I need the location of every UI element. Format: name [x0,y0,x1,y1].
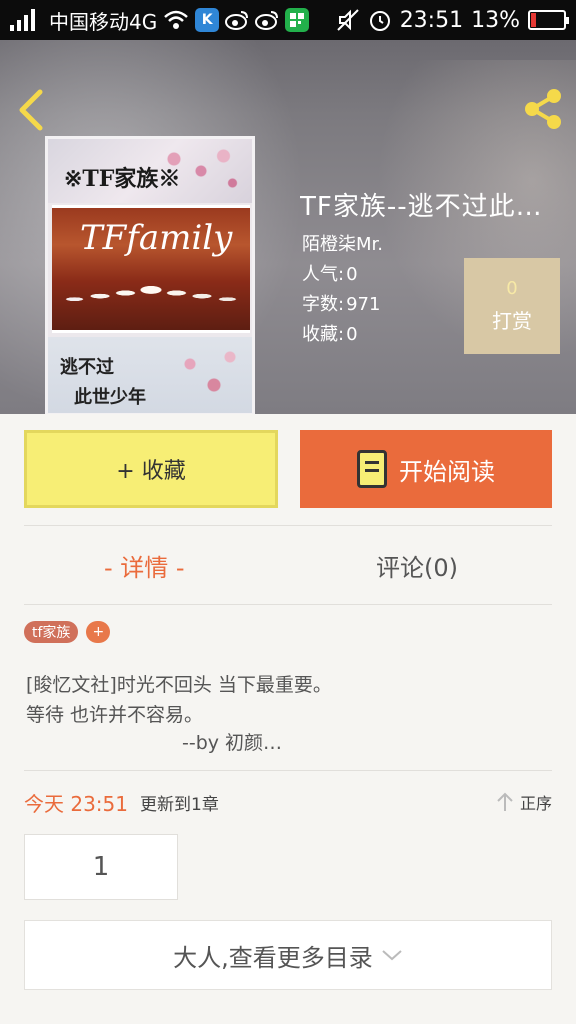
popularity-value: 0 [346,264,358,285]
book-title: TF家族--逃不过此… [300,192,543,222]
k-app-icon: K [195,8,220,32]
update-text: 更新到1章 [140,794,219,815]
book-header: ※TF家族※ TFfamily 逃不过 此世少年 TF家族--逃不过此… 陌橙柒… [0,40,576,414]
weibo-icon [255,11,279,30]
description-line3: --by 初颜… [182,732,283,754]
book-icon [357,450,387,488]
words-label: 字数: [302,294,345,315]
tab-details[interactable]: - 详情 - [104,548,185,583]
book-cover: ※TF家族※ TFfamily 逃不过 此世少年 [45,136,255,414]
cover-title: ※TF家族※ [64,166,181,192]
share-icon [525,89,561,129]
clock-time: 23:51 [399,7,464,33]
book-author: 陌橙柒Mr. [302,234,383,255]
description-line2: 等待 也许并不容易。 [26,704,204,726]
alarm-icon [369,11,390,31]
divider [24,604,552,605]
back-button[interactable] [14,88,48,132]
more-chapters-label: 大人,查看更多目录 [173,943,373,972]
update-row: 今天 23:51 更新到1章 正序 [24,786,552,818]
tab-comments[interactable]: 评论(0) [376,548,458,583]
book-popularity: 人气: 0 [302,260,358,286]
tag-list: tf家族 + [24,621,111,643]
add-tag-button[interactable]: + [86,621,111,643]
carrier-label: 中国移动4G [49,9,158,34]
chapter-item[interactable]: 1 [24,834,178,900]
start-reading-label: 开始阅读 [399,457,495,486]
cover-subtitle-line1: 逃不过 [60,357,114,378]
popularity-label: 人气: [302,264,345,285]
chevron-down-icon [382,950,402,961]
weibo-icon [225,11,249,30]
add-favorite-button[interactable]: + 收藏 [24,430,278,508]
book-favorites: 收藏: 0 [302,320,358,346]
tip-count: 0 [506,278,518,299]
divider [24,525,552,526]
cover-subtitle-line2: 此世少年 [74,387,146,408]
more-chapters-button[interactable]: 大人,查看更多目录 [24,920,552,990]
tip-button[interactable]: 0 打赏 [464,258,560,354]
chevron-left-icon [19,89,43,131]
cover-brand: TFfamily [80,218,233,258]
qr-app-icon [285,8,310,32]
wifi-icon [164,10,189,29]
cover-photo: TFfamily [52,205,250,333]
mute-icon [336,9,359,31]
words-value: 971 [346,294,381,315]
tip-label: 打赏 [492,309,532,333]
sort-label: 正序 [519,794,552,813]
signal-icon [10,9,35,31]
battery-icon [528,10,569,30]
share-button[interactable] [520,86,566,132]
favorites-label: 收藏: [302,324,345,345]
book-word-count: 字数: 971 [302,290,380,316]
arrow-up-icon [497,792,513,811]
status-bar: 中国移动4G K 23:51 13% [0,0,576,40]
battery-percent: 13% [471,7,520,33]
favorites-value: 0 [346,324,358,345]
divider [24,770,552,771]
update-time: 今天 23:51 [24,791,128,816]
description-line1: [睃忆文社]时光不回头 当下最重要。 [26,674,332,696]
tag-item[interactable]: tf家族 [24,621,79,643]
start-reading-button[interactable]: 开始阅读 [300,430,552,508]
sort-order-button[interactable]: 正序 [496,790,552,814]
